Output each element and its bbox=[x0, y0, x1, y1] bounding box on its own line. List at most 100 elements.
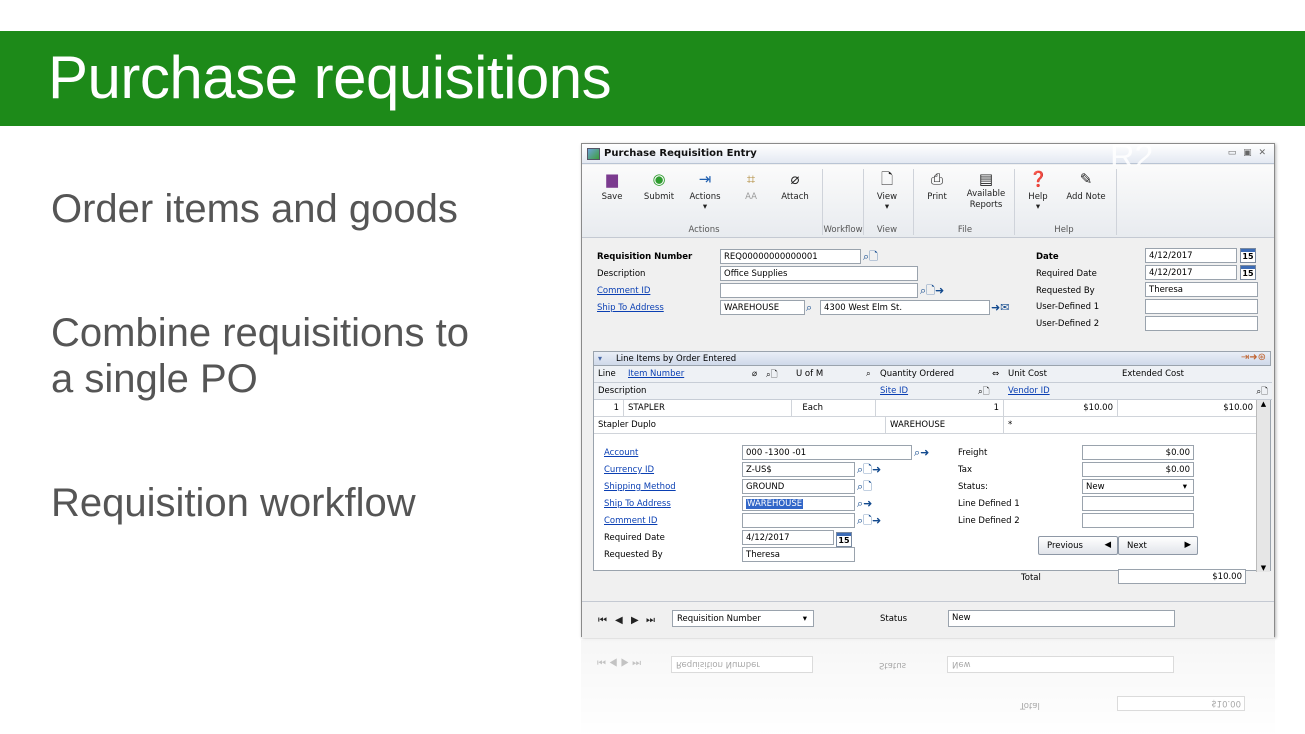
cell-extended-cost[interactable]: $10.00 bbox=[1118, 400, 1258, 417]
detail-requested-by-field[interactable]: Theresa bbox=[742, 547, 855, 562]
aa-button[interactable]: ⌗ AA bbox=[737, 170, 765, 202]
scroll-down-icon[interactable]: ▼ bbox=[1257, 564, 1270, 572]
ribbon-separator bbox=[863, 169, 864, 235]
line-status-dropdown[interactable]: New ▾ bbox=[1082, 479, 1194, 494]
account-lookup-icon[interactable]: ⌕➜ bbox=[914, 445, 929, 460]
detail-ship-to-link[interactable]: Ship To Address bbox=[604, 499, 671, 509]
ship-to-address-field[interactable]: 4300 West Elm St. bbox=[820, 300, 990, 315]
line-defined-2-field[interactable] bbox=[1082, 513, 1194, 528]
ribbon-group-view: View bbox=[876, 225, 898, 235]
next-button[interactable]: Next ▶ bbox=[1118, 536, 1198, 555]
attach-button[interactable]: ⌀ Attach bbox=[780, 170, 810, 202]
comment-lookup-icon[interactable]: ⌕🗋➜ bbox=[920, 283, 944, 298]
requested-by-label: Requested By bbox=[1036, 286, 1095, 296]
shipping-method-field[interactable]: GROUND bbox=[742, 479, 855, 494]
ship-to-go-icon[interactable]: ➜✉ bbox=[991, 300, 1009, 315]
user-defined-2-field[interactable] bbox=[1145, 316, 1258, 331]
currency-id-link[interactable]: Currency ID bbox=[604, 465, 654, 475]
bottom-navigation-bar: ⏮ ◀ ▶ ⏭ Requisition Number ▾ Status New bbox=[582, 601, 1274, 638]
ship-to-address-link[interactable]: Ship To Address bbox=[597, 303, 664, 313]
next-record-icon[interactable]: ▶ bbox=[631, 615, 639, 626]
account-link[interactable]: Account bbox=[604, 448, 638, 458]
freight-field[interactable]: $0.00 bbox=[1082, 445, 1194, 460]
first-record-icon[interactable]: ⏮ bbox=[598, 615, 607, 626]
account-field[interactable]: 000 -1300 -01 bbox=[742, 445, 912, 460]
cell-uofm[interactable]: Each bbox=[792, 400, 876, 417]
detail-ship-to-lookup-icon[interactable]: ⌕➜ bbox=[857, 496, 872, 511]
last-record-icon[interactable]: ⏭ bbox=[646, 615, 655, 626]
cell-unit-cost[interactable]: $10.00 bbox=[1004, 400, 1118, 417]
help-dropdown-icon: ▾ bbox=[1035, 202, 1041, 212]
detail-comment-field[interactable] bbox=[742, 513, 855, 528]
shipping-lookup-icon[interactable]: ⌕🗋 bbox=[857, 479, 872, 494]
window-controls[interactable]: ▭ ▣ ✕ bbox=[1228, 148, 1268, 158]
ribbon-separator bbox=[1116, 169, 1117, 235]
currency-lookup-icon[interactable]: ⌕🗋➜ bbox=[857, 462, 881, 477]
cell-item[interactable]: STAPLER bbox=[624, 400, 792, 417]
required-date-field[interactable]: 4/12/2017 bbox=[1145, 265, 1237, 280]
line-defined-1-field[interactable] bbox=[1082, 496, 1194, 511]
detail-required-date-field[interactable]: 4/12/2017 bbox=[742, 530, 834, 545]
cell-site[interactable]: WAREHOUSE bbox=[886, 417, 1004, 434]
uofm-lookup-icon[interactable]: ⌕ bbox=[862, 366, 876, 383]
save-icon: ▆ bbox=[606, 170, 618, 188]
ship-to-code-field[interactable]: WAREHOUSE bbox=[720, 300, 805, 315]
cell-qty[interactable]: 1 bbox=[876, 400, 1004, 417]
ribbon: ▆ Save ◉ Submit ⇥ Actions ▾ ⌗ AA ⌀ Attach Acti… bbox=[582, 165, 1274, 238]
save-button[interactable]: ▆ Save bbox=[598, 170, 626, 202]
shipping-method-link[interactable]: Shipping Method bbox=[604, 482, 676, 492]
cell-description[interactable]: Stapler Duplo bbox=[594, 417, 886, 434]
col-site-id[interactable]: Site ID bbox=[876, 383, 974, 400]
reflection-sort-by: Requisition Number bbox=[671, 656, 813, 673]
site-lookup-icon[interactable]: ⌕🗋 bbox=[974, 383, 1004, 400]
add-note-button[interactable]: ✎ Add Note bbox=[1064, 170, 1108, 202]
grid-expand-icon[interactable]: ⇥➜⊛ bbox=[1241, 352, 1266, 363]
add-note-label: Add Note bbox=[1066, 192, 1106, 202]
requested-by-field[interactable]: Theresa bbox=[1145, 282, 1258, 297]
description-field[interactable]: Office Supplies bbox=[720, 266, 918, 281]
detail-comment-link[interactable]: Comment ID bbox=[604, 516, 657, 526]
detail-ship-to-field[interactable]: WAREHOUSE bbox=[742, 496, 855, 511]
print-button[interactable]: ⎙ Print bbox=[922, 170, 952, 202]
sort-by-dropdown[interactable]: Requisition Number ▾ bbox=[672, 610, 814, 627]
previous-record-icon[interactable]: ◀ bbox=[615, 615, 623, 626]
detail-comment-lookup-icon[interactable]: ⌕🗋➜ bbox=[857, 513, 881, 528]
vendor-lookup-icon[interactable]: ⌕🗋 bbox=[1232, 383, 1272, 400]
cell-vendor[interactable]: * bbox=[1004, 417, 1258, 434]
view-button[interactable]: 🗋 View ▾ bbox=[872, 170, 902, 212]
cell-line[interactable]: 1 bbox=[594, 400, 624, 417]
calendar-icon[interactable]: 15 bbox=[1240, 265, 1256, 280]
comment-id-link[interactable]: Comment ID bbox=[597, 286, 650, 296]
link-icon[interactable]: ⇔ bbox=[988, 366, 1004, 383]
scroll-up-icon[interactable]: ▲ bbox=[1257, 400, 1270, 408]
reflection-fill: ⏮ ◀ ▶ ⏭ Requisition Number Status New To… bbox=[581, 640, 1275, 734]
help-label: Help bbox=[1028, 192, 1048, 202]
submit-button[interactable]: ◉ Submit bbox=[642, 170, 676, 202]
window-titlebar: Purchase Requisition Entry ▭ ▣ ✕ R2 bbox=[582, 138, 1274, 176]
grid-scrollbar[interactable]: ▲ ▼ bbox=[1256, 400, 1270, 572]
user-defined-1-field[interactable] bbox=[1145, 299, 1258, 314]
date-field[interactable]: 4/12/2017 bbox=[1145, 248, 1237, 263]
currency-field[interactable]: Z-US$ bbox=[742, 462, 855, 477]
view-dropdown-icon: ▾ bbox=[884, 202, 890, 212]
ribbon-separator bbox=[913, 169, 914, 235]
ship-to-lookup-icon[interactable]: ⌕ bbox=[806, 300, 812, 315]
available-reports-button[interactable]: ▤ Available Reports bbox=[964, 170, 1008, 211]
requisition-number-field[interactable]: REQ00000000000001 bbox=[720, 249, 861, 264]
requisition-lookup-icon[interactable]: ⌕🗋 bbox=[863, 249, 878, 264]
detail-required-date-label: Required Date bbox=[604, 533, 665, 543]
calendar-icon[interactable]: 15 bbox=[836, 532, 852, 547]
col-item-number[interactable]: Item Number bbox=[624, 366, 748, 383]
item-lookup-icon[interactable]: ⌕🗋 bbox=[762, 366, 792, 383]
attach-icon[interactable]: ⌀ bbox=[748, 366, 762, 383]
col-quantity: Quantity Ordered bbox=[876, 366, 988, 383]
title-bar: Purchase requisitions bbox=[0, 31, 1305, 126]
tax-field[interactable]: $0.00 bbox=[1082, 462, 1194, 477]
collapse-icon[interactable]: ▾ bbox=[598, 354, 602, 363]
calendar-icon[interactable]: 15 bbox=[1240, 248, 1256, 263]
comment-id-field[interactable] bbox=[720, 283, 918, 298]
col-vendor-id[interactable]: Vendor ID bbox=[1004, 383, 1232, 400]
actions-button[interactable]: ⇥ Actions ▾ bbox=[688, 170, 722, 212]
help-button[interactable]: ❓ Help ▾ bbox=[1024, 170, 1052, 212]
previous-button[interactable]: Previous ◀ bbox=[1038, 536, 1118, 555]
